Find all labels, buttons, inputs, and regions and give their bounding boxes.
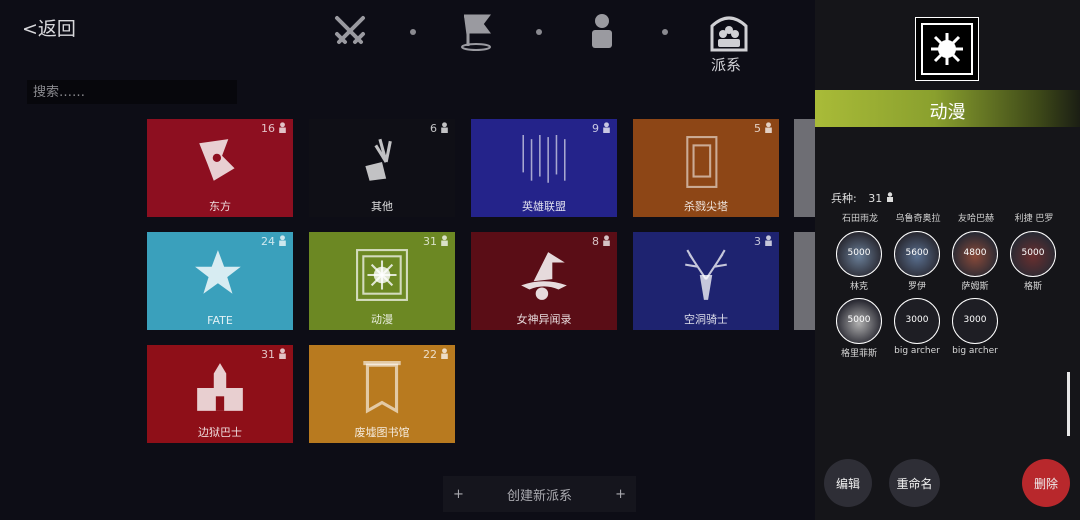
nav-dot: [536, 29, 542, 35]
unit-portrait[interactable]: 4800: [952, 231, 998, 277]
mace-icon: [931, 33, 963, 65]
faction-card[interactable]: 24 FATE: [147, 232, 293, 330]
faction-card[interactable]: 3 空洞骑士: [633, 232, 779, 330]
create-faction-button[interactable]: + 创建新派系 +: [443, 476, 636, 512]
faction-title: 动漫: [929, 102, 966, 123]
shuriken-icon: [199, 139, 235, 181]
faction-card[interactable]: 5 杀戮尖塔: [633, 119, 779, 217]
back-button[interactable]: <返回: [22, 14, 76, 41]
faction-card[interactable]: 6 其他: [309, 119, 455, 217]
person-icon: [279, 122, 286, 133]
faction-name: 杀戮尖塔: [684, 200, 728, 213]
unit-cost: 5000: [847, 248, 871, 258]
faction-name: 其他: [371, 200, 393, 213]
flower-hand-icon: [365, 138, 392, 181]
faction-unit-count: 3: [754, 235, 761, 248]
hero-name: 利捷 巴罗: [1014, 214, 1054, 224]
scrollbar[interactable]: [1067, 372, 1070, 436]
plus-icon: +: [615, 486, 626, 502]
nav-dot: [662, 29, 668, 35]
faction-name: 空洞骑士: [684, 313, 728, 326]
faction-name: 英雄联盟: [522, 200, 566, 213]
faction-card-partial[interactable]: [794, 232, 815, 330]
faction-unit-count: 5: [754, 122, 761, 135]
unit-cost: 3000: [905, 315, 929, 325]
castle-icon: [197, 363, 243, 411]
faction-name: 边狱巴士: [198, 426, 242, 439]
mace-frame-icon: [356, 249, 408, 301]
faction-card[interactable]: 16 东方: [147, 119, 293, 217]
create-faction-label: 创建新派系: [506, 488, 572, 504]
plus-icon: +: [453, 486, 464, 502]
witch-hat-icon: [521, 252, 567, 300]
unit-cost: 5600: [905, 248, 929, 258]
person-icon[interactable]: [588, 12, 616, 50]
faction-name: 东方: [209, 200, 231, 213]
delete-button[interactable]: 删除: [1022, 459, 1070, 507]
hanging-swords-icon: [522, 135, 566, 183]
faction-unit-count: 6: [430, 122, 437, 135]
nav-dot: [410, 29, 416, 35]
edit-button[interactable]: 编辑: [824, 459, 872, 507]
unit-name: big archer: [952, 346, 998, 356]
unit-cost: 4800: [963, 248, 987, 258]
star-badge-icon: [195, 250, 241, 294]
faction-unit-count: 8: [592, 235, 599, 248]
unit-cost: 3000: [963, 315, 987, 325]
person-icon: [765, 235, 772, 246]
faction-card[interactable]: 31 动漫: [309, 232, 455, 330]
faction-unit-count: 31: [423, 235, 437, 248]
unit-portrait[interactable]: 5000: [1010, 231, 1056, 277]
faction-unit-count: 9: [592, 122, 599, 135]
person-icon: [441, 348, 448, 359]
person-icon: [279, 235, 286, 246]
tower-card-icon: [686, 136, 718, 188]
faction-emblem: [915, 17, 979, 81]
faction-unit-count: 16: [261, 122, 275, 135]
unit-portrait[interactable]: 5600: [894, 231, 940, 277]
person-icon: [603, 235, 610, 246]
faction-name: 女神异闻录: [516, 313, 572, 326]
troop-count: 兵种: 31: [831, 190, 894, 206]
person-icon: [886, 192, 893, 202]
faction-icon[interactable]: [709, 12, 749, 52]
faction-name: 动漫: [371, 313, 393, 326]
faction-card[interactable]: 22 废墟图书馆: [309, 345, 455, 443]
banner-icon: [363, 361, 401, 414]
unit-name: 格斯: [1023, 282, 1042, 292]
faction-unit-count: 31: [261, 348, 275, 361]
person-icon: [603, 122, 610, 133]
search-input[interactable]: [27, 80, 237, 104]
flag-icon[interactable]: [458, 12, 494, 52]
faction-card[interactable]: 8 女神异闻录: [471, 232, 617, 330]
faction-unit-count: 22: [423, 348, 437, 361]
unit-portrait[interactable]: 5000: [836, 231, 882, 277]
antlers-icon: [685, 249, 727, 300]
unit-cost: 5000: [1021, 248, 1045, 258]
rename-button[interactable]: 重命名: [889, 459, 940, 507]
faction-name: FATE: [207, 314, 233, 327]
unit-portrait[interactable]: 3000: [952, 298, 998, 344]
person-icon: [765, 122, 772, 133]
unit-cost: 5000: [847, 315, 871, 325]
nav-label-faction: 派系: [711, 56, 742, 74]
unit-portrait[interactable]: 3000: [894, 298, 940, 344]
faction-card[interactable]: 31 边狱巴士: [147, 345, 293, 443]
person-icon: [441, 235, 448, 246]
faction-name: 废墟图书馆: [354, 426, 410, 439]
hero-name: 乌鲁奇奥拉: [895, 214, 941, 224]
hero-name: 友哈巴赫: [957, 214, 994, 224]
faction-card[interactable]: 9 英雄联盟: [471, 119, 617, 217]
swords-icon[interactable]: [331, 12, 369, 50]
person-icon: [279, 348, 286, 359]
hero-name: 石田雨龙: [841, 214, 878, 224]
unit-portrait[interactable]: 5000: [836, 298, 882, 344]
faction-card-partial[interactable]: [794, 119, 815, 217]
person-icon: [441, 122, 448, 133]
faction-unit-count: 24: [261, 235, 275, 248]
